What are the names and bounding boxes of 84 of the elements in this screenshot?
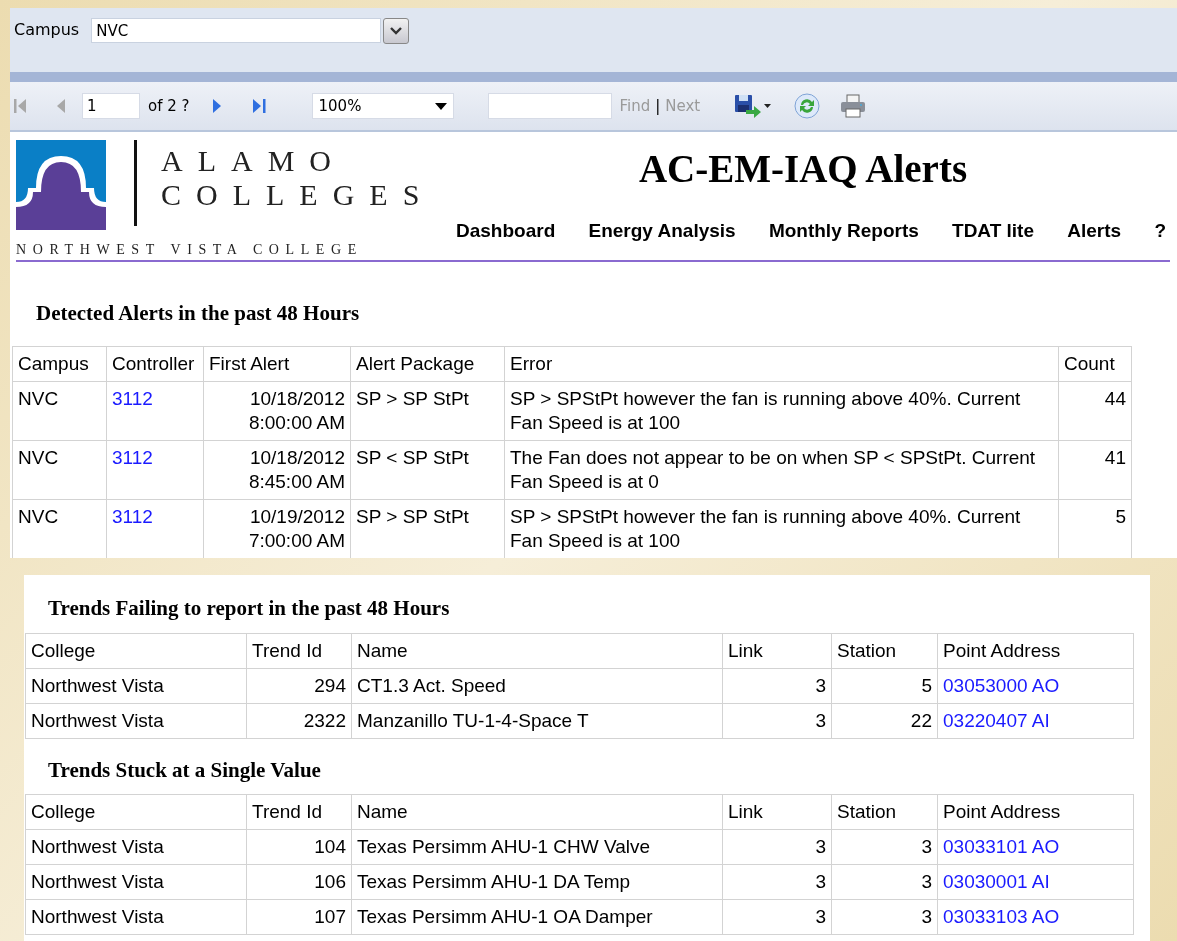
logo-text: COLLEGES [161,178,435,212]
refresh-icon[interactable] [794,93,821,119]
table-cell: 3 [831,829,938,865]
table-cell: NVC [12,381,107,440]
table-cell: 104 [246,829,352,865]
column-header: Controller [106,346,204,381]
table-cell: 10/18/2012 8:45:00 AM [203,440,351,499]
dropdown-button[interactable] [383,18,410,44]
table-cell: 3 [722,864,832,900]
table-cell: NVC [12,499,107,558]
table-cell: 3 [722,899,832,935]
column-header: Count [1058,346,1132,381]
column-header: Station [831,633,938,668]
table-cell: 5 [831,668,938,703]
table-cell: 2322 [246,703,352,738]
zoom-select[interactable]: 100% [311,93,454,119]
table-cell: SP > SPStPt however the fan is running above 40%. Current Fan Speed is at 100 [504,381,1059,440]
table-cell: The Fan does not appear to be on when SP < SPStPt. Current Fan Speed is at 0 [504,440,1059,499]
column-header: Link [722,633,832,668]
print-icon[interactable] [840,94,867,118]
nav-link[interactable]: Alerts [1067,216,1122,245]
table-cell: 3 [831,864,938,900]
column-header: Link [722,794,832,830]
table-link[interactable]: 3112 [112,505,153,527]
table-cell: 44 [1058,381,1132,440]
logo-subtitle: NORTHWEST VISTA COLLEGE [16,242,364,258]
table-cell: 3 [722,668,832,703]
table-cell: NVC [12,440,107,499]
column-header: Alert Package [350,346,505,381]
table-cell: Manzanillo TU-1-4-Space T [351,703,723,738]
column-header: College [25,633,247,668]
column-header: Name [351,633,723,668]
table-cell: Texas Persimm AHU-1 DA Temp [351,864,723,900]
section-heading: Trends Stuck at a Single Value [48,757,321,782]
logo-text: ALAMO [161,144,347,178]
nav-link[interactable]: Energy Analysis [588,216,736,245]
column-header: Point Address [937,633,1134,668]
section-heading: Trends Failing to report in the past 48 Hours [48,596,450,620]
table-cell: 10/18/2012 8:00:00 AM [203,381,351,440]
table-cell: 22 [831,703,938,738]
find-input[interactable] [487,93,612,119]
campus-select[interactable]: NVC [91,18,382,43]
column-header: College [25,794,247,830]
report-title: AC-EM-IAQ Alerts [638,147,968,190]
table-cell: Northwest Vista [25,668,247,703]
column-header: Name [351,794,723,830]
table-cell: 3 [831,899,938,935]
campus-label: Campus [14,19,80,41]
column-header: Point Address [937,794,1134,830]
column-header: First Alert [203,346,351,381]
column-header: Trend Id [246,794,352,830]
table-cell: SP > SP StPt [350,381,505,440]
logo-icon [16,140,106,230]
page-count: of 2 ? [148,95,190,117]
table-cell: Northwest Vista [25,829,247,865]
nav-link[interactable]: TDAT lite [952,216,1034,245]
table-cell: Northwest Vista [25,864,247,900]
table-cell: Texas Persimm AHU-1 CHW Valve [351,829,723,865]
table-link[interactable]: 3112 [112,446,153,468]
table-cell: 3 [722,703,832,738]
table-cell: 41 [1058,440,1132,499]
chevron-down-icon [390,27,403,35]
caret-icon [434,102,447,110]
column-header: Trend Id [246,633,352,668]
separator: | [655,95,661,117]
section-heading: Detected Alerts in the past 48 Hours [36,301,360,325]
column-header: Error [504,346,1059,381]
nav-link[interactable]: Dashboard [456,216,556,245]
table-link[interactable]: 3112 [112,387,153,409]
nav-link[interactable]: ? [1154,216,1166,245]
table-cell: CT1.3 Act. Speed [351,668,723,703]
column-header: Campus [12,346,107,381]
table-cell: 106 [246,864,352,900]
page-input[interactable]: 1 [82,93,140,119]
table-cell: 107 [246,899,352,935]
table-cell: 294 [246,668,352,703]
table-cell: SP < SP StPt [350,440,505,499]
table-cell: 3 [722,829,832,865]
table-cell: Texas Persimm AHU-1 OA Damper [351,899,723,935]
table-cell: Northwest Vista [25,899,247,935]
table-cell: Northwest Vista [25,703,247,738]
export-button[interactable] [734,94,773,118]
column-header: Station [831,794,938,830]
nav-link[interactable]: Monthly Reports [768,216,919,245]
